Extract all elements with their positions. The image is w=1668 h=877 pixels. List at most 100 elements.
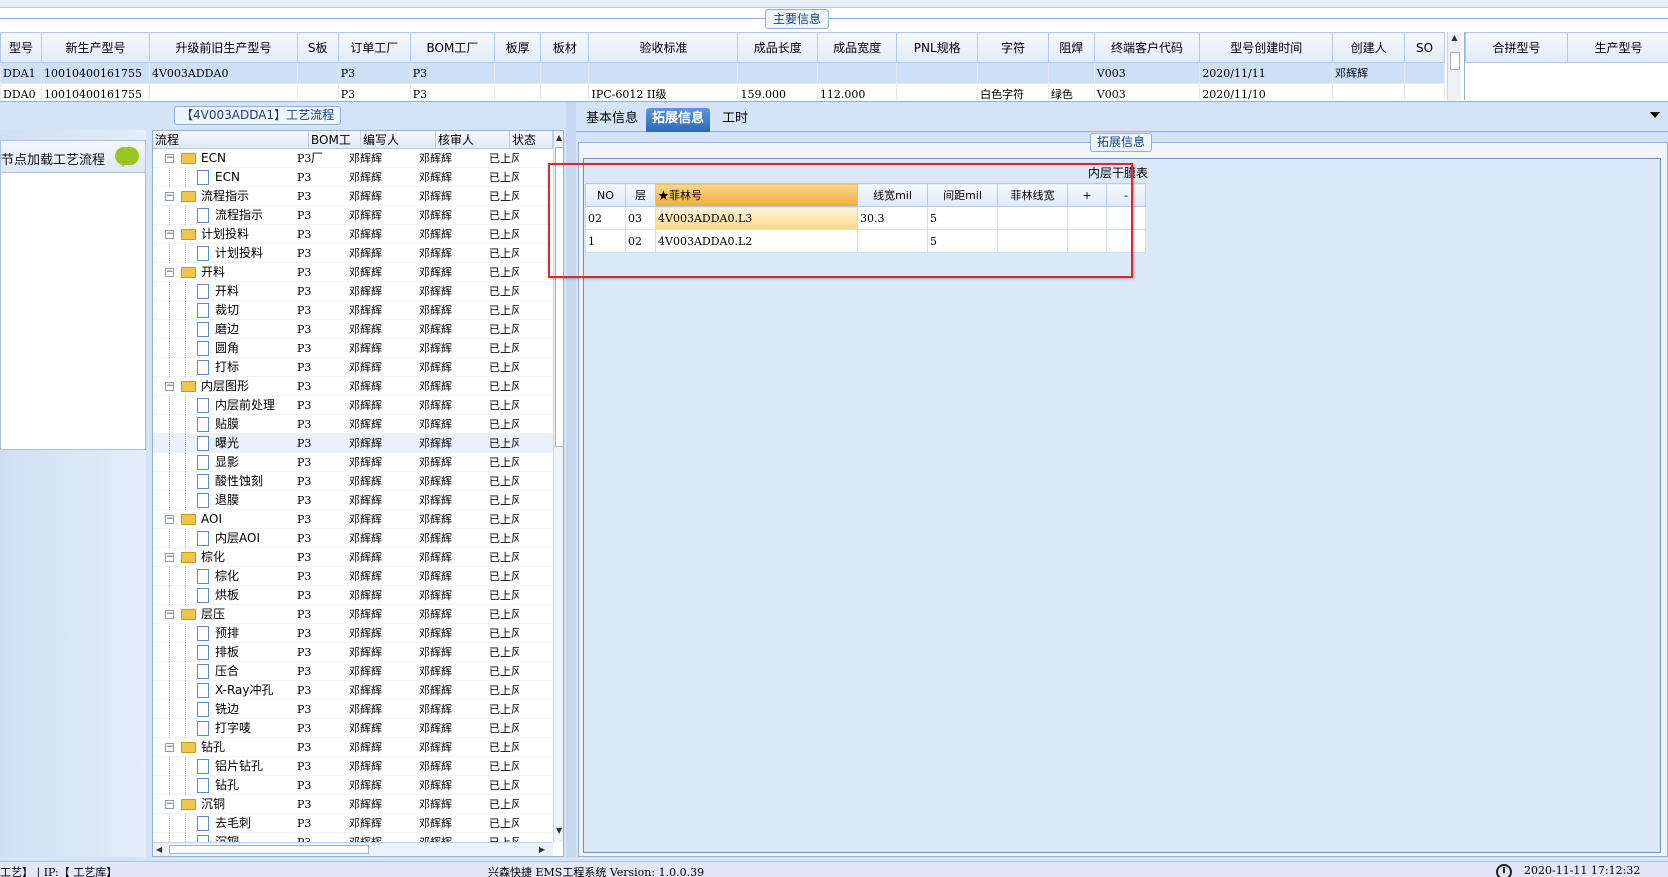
main-info-cell[interactable]: V003: [1093, 62, 1201, 84]
tree-row[interactable]: 棕化 P3 邓辉辉 邓辉辉 已上风: [153, 567, 553, 586]
main-col-header[interactable]: S板: [296, 32, 339, 63]
main-info-cell[interactable]: [896, 62, 979, 84]
main-info-cell[interactable]: 绿色: [1047, 83, 1095, 100]
col-writer[interactable]: 编写人: [361, 131, 436, 149]
collapse-toggle-icon[interactable]: −: [165, 230, 174, 239]
tab-extended-info[interactable]: 拓展信息: [646, 108, 711, 132]
main-info-cell[interactable]: DDA1: [0, 62, 42, 84]
tree-row[interactable]: − AOI P3 邓辉辉 邓辉辉 已上风: [153, 510, 553, 529]
main-info-cell[interactable]: [1332, 83, 1406, 100]
col-bom-factory[interactable]: BOM工厂: [309, 131, 361, 165]
tree-row[interactable]: 打标 P3 邓辉辉 邓辉辉 已上风: [153, 358, 553, 377]
main-grid-scrollbar[interactable]: ▲: [1447, 32, 1461, 100]
main-info-cell[interactable]: [296, 62, 339, 84]
tree-row[interactable]: ECN P3 邓辉辉 邓辉辉 已上风: [153, 168, 553, 187]
tree-row[interactable]: 去毛刺 P3 邓辉辉 邓辉辉 已上风: [153, 814, 553, 833]
main-info-cell[interactable]: [494, 83, 542, 100]
main-col-header[interactable]: 终端客户代码: [1093, 32, 1201, 63]
collapse-toggle-icon[interactable]: −: [165, 553, 174, 562]
main-info-cell[interactable]: [588, 62, 739, 84]
main-info-cell[interactable]: 2020/11/10: [1199, 83, 1334, 100]
main-info-cell[interactable]: IPC-6012 II级: [588, 83, 739, 100]
tree-row[interactable]: 流程指示 P3 邓辉辉 邓辉辉 已上风: [153, 206, 553, 225]
main-info-cell[interactable]: [148, 83, 298, 100]
main-info-row[interactable]: DDA0 10010400161755 P3 P3 IPC-6012 II级 159.00…: [0, 83, 1445, 100]
main-info-cell[interactable]: 2020/11/11: [1199, 62, 1334, 84]
tree-row[interactable]: 沉铜P3邓辉辉邓辉辉已上风: [153, 833, 553, 842]
main-info-cell[interactable]: DDA0: [0, 83, 42, 100]
col-status[interactable]: 状态: [510, 131, 553, 149]
main-col-header[interactable]: 创建人: [1332, 32, 1406, 63]
tree-row[interactable]: 铝片钻孔 P3 邓辉辉 邓辉辉 已上风: [153, 757, 553, 776]
main-info-cell[interactable]: P3: [409, 62, 496, 84]
main-info-cell[interactable]: P3: [337, 62, 411, 84]
tree-row[interactable]: − 棕化 P3 邓辉辉 邓辉辉 已上风: [153, 548, 553, 567]
col-reviewer[interactable]: 核审人: [436, 131, 510, 149]
tree-row[interactable]: 压合 P3 邓辉辉 邓辉辉 已上风: [153, 662, 553, 681]
main-info-cell[interactable]: [296, 83, 339, 100]
tab-basic-info[interactable]: 基本信息: [580, 108, 644, 132]
tree-row[interactable]: 开料 P3 邓辉辉 邓辉辉 已上风: [153, 282, 553, 301]
main-col-header[interactable]: 型号创建时间: [1199, 32, 1334, 63]
main-col-header[interactable]: 字符: [977, 32, 1049, 63]
collapse-toggle-icon[interactable]: −: [165, 800, 174, 809]
scroll-left-icon[interactable]: ◀: [156, 845, 162, 854]
main-info-cell[interactable]: P3: [337, 83, 411, 100]
main-col-header[interactable]: PNL规格: [896, 32, 979, 63]
tree-row[interactable]: 磨边 P3 邓辉辉 邓辉辉 已上风: [153, 320, 553, 339]
tree-row[interactable]: 显影 P3 邓辉辉 邓辉辉 已上风: [153, 453, 553, 472]
node-load-header[interactable]: 节点加载工艺流程: [1, 141, 145, 173]
tree-row[interactable]: − 沉铜 P3 邓辉辉 邓辉辉 已上风: [153, 795, 553, 814]
tree-row[interactable]: 排板 P3 邓辉辉 邓辉辉 已上风: [153, 643, 553, 662]
scroll-thumb[interactable]: [1450, 52, 1460, 70]
tree-row[interactable]: − 计划投料 P3 邓辉辉 邓辉辉 已上风: [153, 225, 553, 244]
main-info-cell[interactable]: [1047, 62, 1095, 84]
tree-row[interactable]: 内层AOI P3 邓辉辉 邓辉辉 已上风: [153, 529, 553, 548]
collapse-toggle-icon[interactable]: −: [165, 743, 174, 752]
col-process[interactable]: 流程: [153, 131, 309, 149]
scroll-up-icon[interactable]: ▲: [556, 133, 562, 142]
main-col-header[interactable]: 订单工厂: [337, 32, 411, 63]
main-col-header[interactable]: 验收标准: [588, 32, 739, 63]
collapse-toggle-icon[interactable]: −: [165, 610, 174, 619]
tree-row[interactable]: − 层压 P3 邓辉辉 邓辉辉 已上风: [153, 605, 553, 624]
main-col-header[interactable]: SO: [1404, 32, 1445, 63]
tabs-dropdown-icon[interactable]: [1650, 112, 1660, 118]
tree-row[interactable]: − 内层图形 P3 邓辉辉 邓辉辉 已上风: [153, 377, 553, 396]
merge-col-header[interactable]: 生产型号: [1567, 32, 1668, 63]
main-info-cell[interactable]: [737, 62, 818, 84]
main-info-cell[interactable]: 159.000: [737, 83, 818, 100]
tree-row[interactable]: 酸性蚀刻 P3 邓辉辉 邓辉辉 已上风: [153, 472, 553, 491]
tree-row[interactable]: 预排 P3 邓辉辉 邓辉辉 已上风: [153, 624, 553, 643]
tree-row[interactable]: 铣边 P3 邓辉辉 邓辉辉 已上风: [153, 700, 553, 719]
scroll-down-icon[interactable]: ▼: [556, 826, 562, 835]
main-info-cell[interactable]: 白色字符: [977, 83, 1049, 100]
tree-row[interactable]: − 开料 P3 邓辉辉 邓辉辉 已上风: [153, 263, 553, 282]
scroll-right-icon[interactable]: ▶: [539, 845, 545, 854]
main-info-cell[interactable]: 10010400161755: [40, 62, 150, 84]
tree-row[interactable]: 裁切 P3 邓辉辉 邓辉辉 已上风: [153, 301, 553, 320]
main-info-cell[interactable]: [816, 62, 898, 84]
collapse-toggle-icon[interactable]: −: [165, 192, 174, 201]
tree-row[interactable]: 内层前处理 P3 邓辉辉 邓辉辉 已上风: [153, 396, 553, 415]
tree-row[interactable]: 钻孔 P3 邓辉辉 邓辉辉 已上风: [153, 776, 553, 795]
tree-row[interactable]: X-Ray冲孔 P3 邓辉辉 邓辉辉 已上风: [153, 681, 553, 700]
main-col-header[interactable]: 阻焊: [1047, 32, 1095, 63]
main-col-header[interactable]: 板材: [540, 32, 590, 63]
main-col-header[interactable]: 板厚: [494, 32, 542, 63]
main-info-cell[interactable]: [494, 62, 542, 84]
main-info-cell[interactable]: 4V003ADDA0: [148, 62, 298, 84]
main-info-cell[interactable]: [540, 83, 590, 100]
collapse-toggle-icon[interactable]: −: [165, 154, 174, 163]
main-info-cell[interactable]: [896, 83, 979, 100]
tree-row[interactable]: 圆角 P3 邓辉辉 邓辉辉 已上风: [153, 339, 553, 358]
main-info-cell[interactable]: 112.000: [816, 83, 898, 100]
main-info-cell[interactable]: 邓辉辉: [1332, 62, 1406, 84]
main-info-cell[interactable]: V003: [1093, 83, 1201, 100]
tree-row[interactable]: − ECN P3 邓辉辉 邓辉辉 已上风: [153, 149, 553, 168]
tree-row[interactable]: 烘板 P3 邓辉辉 邓辉辉 已上风: [153, 586, 553, 605]
scroll-up-icon[interactable]: ▲: [1448, 32, 1461, 44]
main-info-cell[interactable]: [1404, 83, 1445, 100]
main-info-cell[interactable]: [540, 62, 590, 84]
tree-hscroll-thumb[interactable]: [169, 845, 369, 854]
